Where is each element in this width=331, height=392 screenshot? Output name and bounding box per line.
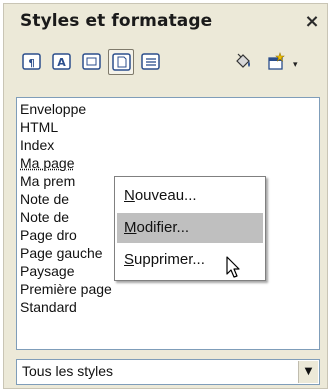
menu-item-label: odifier... bbox=[136, 219, 190, 236]
fill-format-mode-button[interactable] bbox=[230, 49, 256, 75]
svg-text:A: A bbox=[57, 56, 66, 69]
new-style-from-selection-button[interactable] bbox=[263, 49, 289, 75]
menu-item-modify[interactable]: Modifier... bbox=[117, 213, 263, 243]
new-style-from-selection-icon bbox=[268, 52, 285, 70]
page-styles-button[interactable] bbox=[108, 49, 134, 75]
panel-title: Styles et formatage bbox=[20, 11, 213, 31]
fill-format-mode-icon bbox=[236, 53, 250, 68]
list-item[interactable]: Ma prem bbox=[20, 172, 75, 191]
paragraph-styles-button[interactable]: ¶ bbox=[19, 49, 45, 75]
chevron-down-icon[interactable]: ▼ bbox=[298, 361, 318, 383]
page-styles-icon bbox=[112, 53, 131, 71]
menu-item-accel: M bbox=[124, 219, 137, 236]
menu-item-accel: N bbox=[124, 187, 135, 204]
list-item[interactable]: Note de bbox=[20, 208, 69, 227]
character-styles-button[interactable]: A bbox=[49, 49, 75, 75]
menu-item-label: upprimer... bbox=[134, 251, 205, 268]
style-category-toolbar: ¶ A ▾ bbox=[4, 42, 327, 86]
style-filter-select[interactable]: Tous les styles ▼ bbox=[16, 359, 320, 385]
svg-text:¶: ¶ bbox=[28, 58, 34, 69]
list-item[interactable]: Enveloppe bbox=[20, 100, 86, 119]
list-item[interactable]: Index bbox=[20, 136, 54, 155]
list-item[interactable]: Première page bbox=[20, 280, 112, 299]
frame-styles-icon bbox=[82, 53, 101, 70]
list-item[interactable]: Page dro bbox=[20, 226, 77, 245]
style-filter-value: Tous les styles bbox=[22, 363, 114, 379]
list-item[interactable]: HTML bbox=[20, 118, 58, 137]
context-menu: Nouveau... Modifier... Supprimer... bbox=[114, 176, 266, 281]
close-button[interactable]: × bbox=[301, 11, 323, 33]
mouse-pointer-icon bbox=[226, 256, 242, 284]
new-style-dropdown-arrow[interactable]: ▾ bbox=[293, 60, 298, 70]
list-item[interactable]: Standard bbox=[20, 298, 77, 317]
list-styles-button[interactable] bbox=[138, 49, 164, 75]
menu-item-accel: S bbox=[124, 251, 135, 268]
menu-item-new[interactable]: Nouveau... bbox=[117, 181, 263, 211]
menu-item-label: ouveau... bbox=[134, 187, 197, 204]
list-item[interactable]: Page gauche bbox=[20, 244, 103, 263]
list-item[interactable]: Paysage bbox=[20, 262, 74, 281]
character-styles-icon: A bbox=[52, 53, 71, 70]
list-item-selected[interactable]: Ma page bbox=[20, 154, 74, 173]
paragraph-styles-icon: ¶ bbox=[22, 53, 41, 70]
list-item[interactable]: Note de bbox=[20, 190, 69, 209]
frame-styles-button[interactable] bbox=[79, 49, 105, 75]
styles-formatting-panel: Styles et formatage × ¶ A ▾ Enveloppe HT… bbox=[3, 3, 328, 389]
panel-title-bar: Styles et formatage × bbox=[4, 4, 327, 40]
list-styles-icon bbox=[141, 53, 160, 70]
